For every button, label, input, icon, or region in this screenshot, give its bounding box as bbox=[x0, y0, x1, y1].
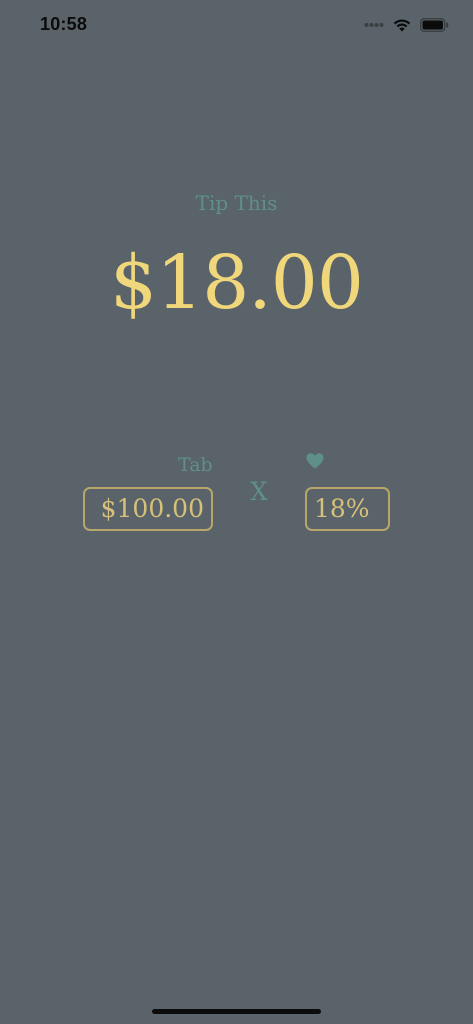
status-bar: 10:58 bbox=[0, 0, 473, 50]
status-time: 10:58 bbox=[40, 14, 88, 34]
tip-amount: $18.00 bbox=[110, 240, 364, 326]
tip-percent-field[interactable]: 18% bbox=[305, 487, 390, 531]
tab-amount-value: $100.00 bbox=[100, 494, 204, 523]
tip-title: Tip This bbox=[195, 191, 278, 215]
battery-icon bbox=[420, 18, 449, 32]
tip-calculator-screen: 10:58 Tip This $18.00 Tab $100.00 X 18% bbox=[0, 0, 473, 1024]
heart-icon bbox=[305, 451, 325, 471]
home-indicator[interactable] bbox=[152, 1009, 321, 1014]
tab-label: Tab bbox=[178, 454, 213, 476]
status-icons bbox=[364, 15, 449, 35]
signal-dots-icon bbox=[364, 22, 384, 28]
tip-percent-value: 18% bbox=[314, 494, 370, 523]
multiply-operator: X bbox=[250, 477, 268, 506]
wifi-icon bbox=[393, 18, 411, 32]
tab-amount-field[interactable]: $100.00 bbox=[83, 487, 213, 531]
